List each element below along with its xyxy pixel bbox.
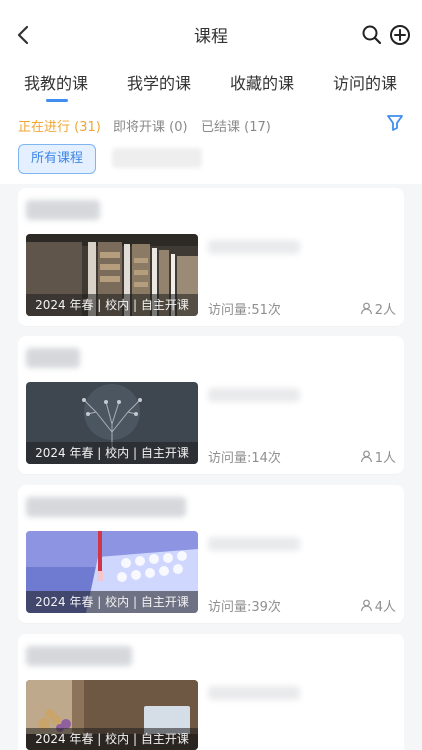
- course-thumbnail: 2024 年春 | 校内 | 自主开课: [26, 531, 198, 613]
- course-title-blurred: [26, 348, 80, 368]
- student-count: 4人: [360, 596, 396, 615]
- course-thumbnail: 2024 年春 | 校内 | 自主开课: [26, 234, 198, 316]
- visit-count: 访问量:39次: [208, 600, 281, 615]
- status-finished[interactable]: 已结课 (17): [201, 116, 271, 135]
- student-count-value: 4人: [374, 600, 396, 615]
- person-icon: [360, 302, 372, 315]
- course-card[interactable]: 2024 年春 | 校内 | 自主开课: [18, 634, 404, 750]
- tab-teaching[interactable]: 我教的课: [24, 70, 88, 94]
- status-upcoming[interactable]: 即将开课 (0): [113, 116, 188, 135]
- all-courses-chip[interactable]: 所有课程: [18, 144, 96, 174]
- course-card[interactable]: 2024 年春 | 校内 | 自主开课 访问量:51次 2人: [18, 188, 404, 326]
- add-circle-icon[interactable]: [389, 24, 411, 46]
- tab-favorites[interactable]: 收藏的课: [230, 70, 294, 94]
- visit-count: 访问量:51次: [208, 303, 281, 318]
- course-term-caption: 2024 年春 | 校内 | 自主开课: [26, 442, 198, 464]
- course-thumbnail: 2024 年春 | 校内 | 自主开课: [26, 680, 198, 750]
- person-icon: [360, 450, 372, 463]
- top-bar: 课程: [0, 0, 422, 70]
- search-icon[interactable]: [361, 24, 383, 46]
- filter-icon[interactable]: [386, 114, 404, 132]
- page-title: 课程: [194, 27, 228, 47]
- course-card[interactable]: 2024 年春 | 校内 | 自主开课 访问量:39次 4人: [18, 485, 404, 623]
- blurred-category-chip[interactable]: [112, 148, 202, 168]
- course-term-caption: 2024 年春 | 校内 | 自主开课: [26, 728, 198, 750]
- student-count-value: 1人: [374, 451, 396, 466]
- course-teacher-blurred: [208, 537, 300, 551]
- course-thumbnail: 2024 年春 | 校内 | 自主开课: [26, 382, 198, 464]
- student-count: 2人: [360, 299, 396, 318]
- tab-learning[interactable]: 我学的课: [127, 70, 191, 94]
- course-teacher-blurred: [208, 388, 300, 402]
- course-title-blurred: [26, 497, 186, 517]
- course-teacher-blurred: [208, 686, 300, 700]
- student-count: 1人: [360, 447, 396, 466]
- active-tab-indicator: [46, 99, 68, 102]
- visit-count: 访问量:14次: [208, 451, 281, 466]
- course-title-blurred: [26, 200, 100, 220]
- status-in-progress[interactable]: 正在进行 (31): [18, 116, 101, 135]
- course-title-blurred: [26, 646, 132, 666]
- course-term-caption: 2024 年春 | 校内 | 自主开课: [26, 294, 198, 316]
- course-tabs: 我教的课 我学的课 收藏的课 访问的课: [0, 70, 422, 106]
- student-count-value: 2人: [374, 303, 396, 318]
- course-term-caption: 2024 年春 | 校内 | 自主开课: [26, 591, 198, 613]
- course-card[interactable]: 2024 年春 | 校内 | 自主开课 访问量:14次 1人: [18, 336, 404, 474]
- filter-area: 正在进行 (31) 即将开课 (0) 已结课 (17) 所有课程: [0, 106, 422, 184]
- course-teacher-blurred: [208, 240, 300, 254]
- person-icon: [360, 599, 372, 612]
- tab-visited[interactable]: 访问的课: [333, 70, 397, 94]
